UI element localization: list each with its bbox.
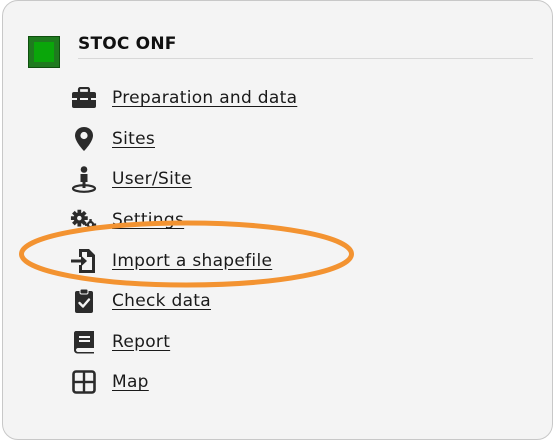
header-divider [78,58,533,59]
menu-item-sites[interactable]: Sites [70,119,297,160]
menu-link-settings[interactable]: Settings [112,210,184,230]
menu-item-check-data[interactable]: Check data [70,281,297,322]
menu-item-user-site[interactable]: User/Site [70,159,297,200]
clipboard-check-icon [70,287,98,315]
app-menu: Preparation and data Sites User/Site Set… [70,78,297,403]
menu-link-report[interactable]: Report [112,332,170,352]
book-icon [70,328,98,356]
toolbox-icon [70,84,98,112]
app-title: STOC ONF [78,34,177,54]
map-pin-icon [70,125,98,153]
menu-item-import-shapefile[interactable]: Import a shapefile [70,240,297,281]
grid-icon [70,368,98,396]
menu-item-report[interactable]: Report [70,322,297,363]
menu-link-check-data[interactable]: Check data [112,291,211,311]
menu-link-sites[interactable]: Sites [112,129,155,149]
app-header: STOC ONF [26,34,533,68]
menu-link-import-shapefile[interactable]: Import a shapefile [112,251,272,271]
app-square-icon [28,36,60,68]
menu-item-preparation[interactable]: Preparation and data [70,78,297,119]
user-location-icon [70,165,98,194]
menu-link-preparation[interactable]: Preparation and data [112,88,297,108]
menu-link-map[interactable]: Map [112,372,149,392]
menu-item-map[interactable]: Map [70,362,297,403]
menu-link-user-site[interactable]: User/Site [112,169,192,189]
menu-item-settings[interactable]: Settings [70,200,297,241]
gears-icon [70,206,98,234]
file-import-icon [70,247,98,275]
